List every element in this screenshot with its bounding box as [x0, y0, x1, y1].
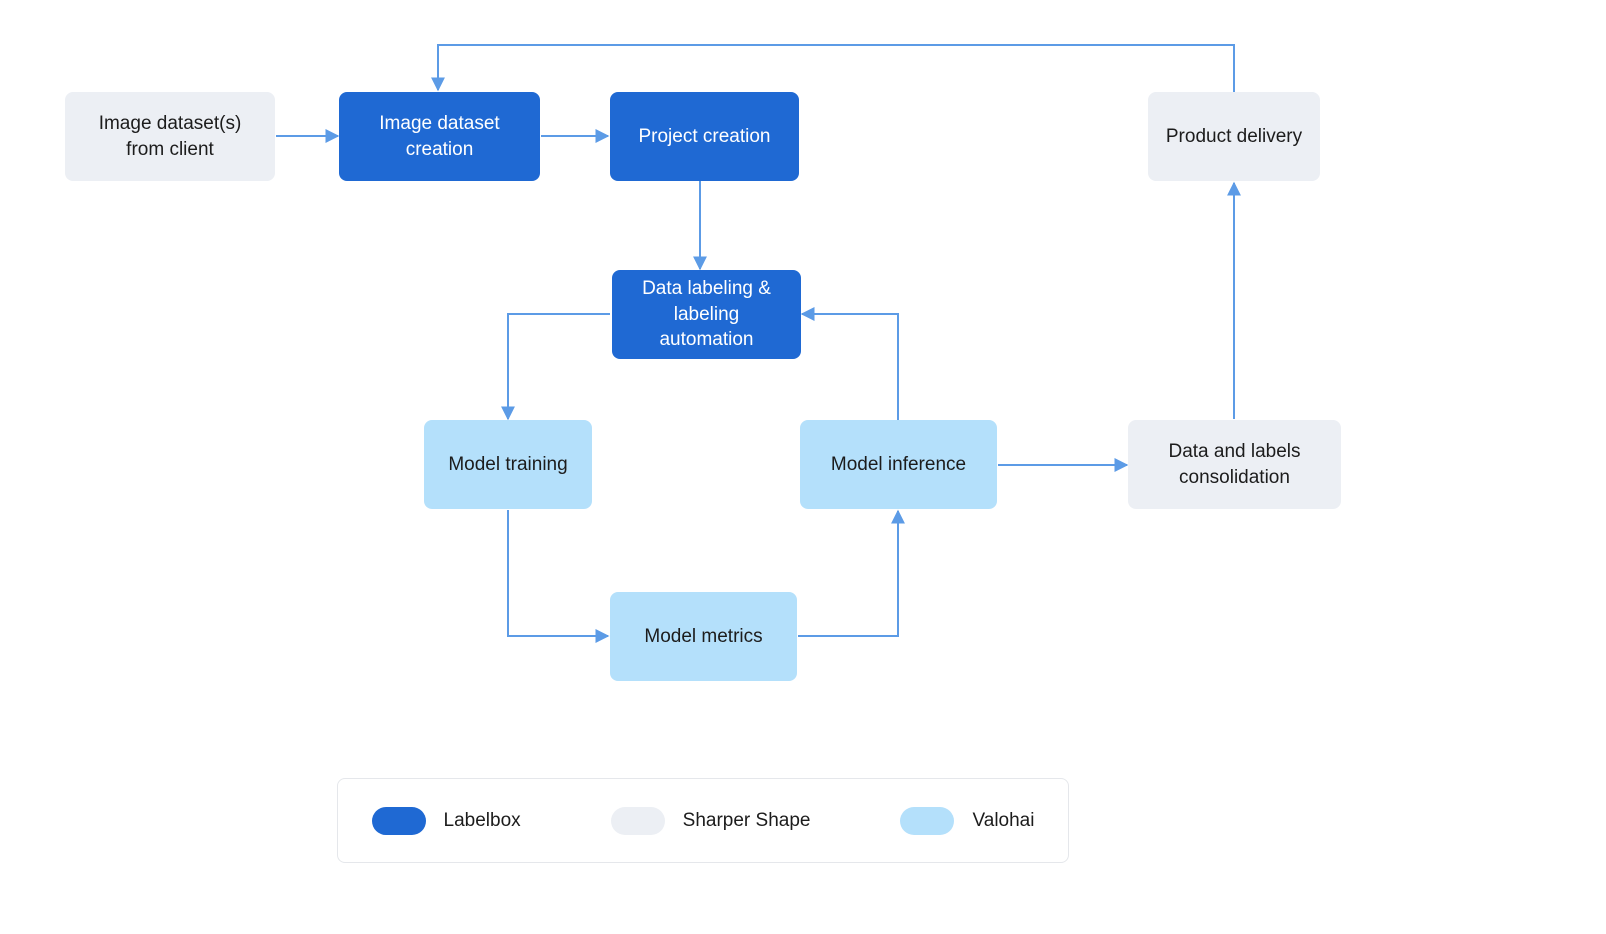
node-label: Image dataset(s) from client: [79, 111, 261, 162]
node-label: Data labeling & labeling automation: [626, 276, 787, 353]
legend-label: Labelbox: [444, 810, 521, 832]
node-label: Project creation: [638, 124, 770, 150]
edge-labeling-to-training: [508, 314, 610, 419]
node-label: Model inference: [831, 452, 966, 478]
legend-swatch-sharper-shape: [611, 807, 665, 835]
legend-item-valohai: Valohai: [900, 807, 1034, 835]
node-label: Data and labels consolidation: [1142, 439, 1327, 490]
node-data-labels-consolidation: Data and labels consolidation: [1128, 420, 1341, 509]
node-model-inference: Model inference: [800, 420, 997, 509]
node-image-dataset-from-client: Image dataset(s) from client: [65, 92, 275, 181]
node-label: Image dataset creation: [353, 111, 526, 162]
node-label: Product delivery: [1166, 124, 1302, 150]
legend-swatch-labelbox: [372, 807, 426, 835]
node-label: Model metrics: [644, 624, 762, 650]
edge-training-to-metrics: [508, 510, 608, 636]
node-product-delivery: Product delivery: [1148, 92, 1320, 181]
node-model-training: Model training: [424, 420, 592, 509]
legend-label: Sharper Shape: [683, 810, 811, 832]
node-label: Model training: [448, 452, 567, 478]
node-project-creation: Project creation: [610, 92, 799, 181]
edge-inference-to-labeling: [802, 314, 898, 420]
edge-metrics-to-inference: [798, 511, 898, 636]
legend-item-sharper-shape: Sharper Shape: [611, 807, 811, 835]
diagram-canvas: Image dataset(s) from client Image datas…: [0, 0, 1606, 934]
legend-item-labelbox: Labelbox: [372, 807, 521, 835]
node-data-labeling: Data labeling & labeling automation: [612, 270, 801, 359]
edge-delivery-to-creation: [438, 45, 1234, 92]
node-model-metrics: Model metrics: [610, 592, 797, 681]
legend-swatch-valohai: [900, 807, 954, 835]
legend: Labelbox Sharper Shape Valohai: [337, 778, 1069, 863]
legend-label: Valohai: [972, 810, 1034, 832]
node-image-dataset-creation: Image dataset creation: [339, 92, 540, 181]
